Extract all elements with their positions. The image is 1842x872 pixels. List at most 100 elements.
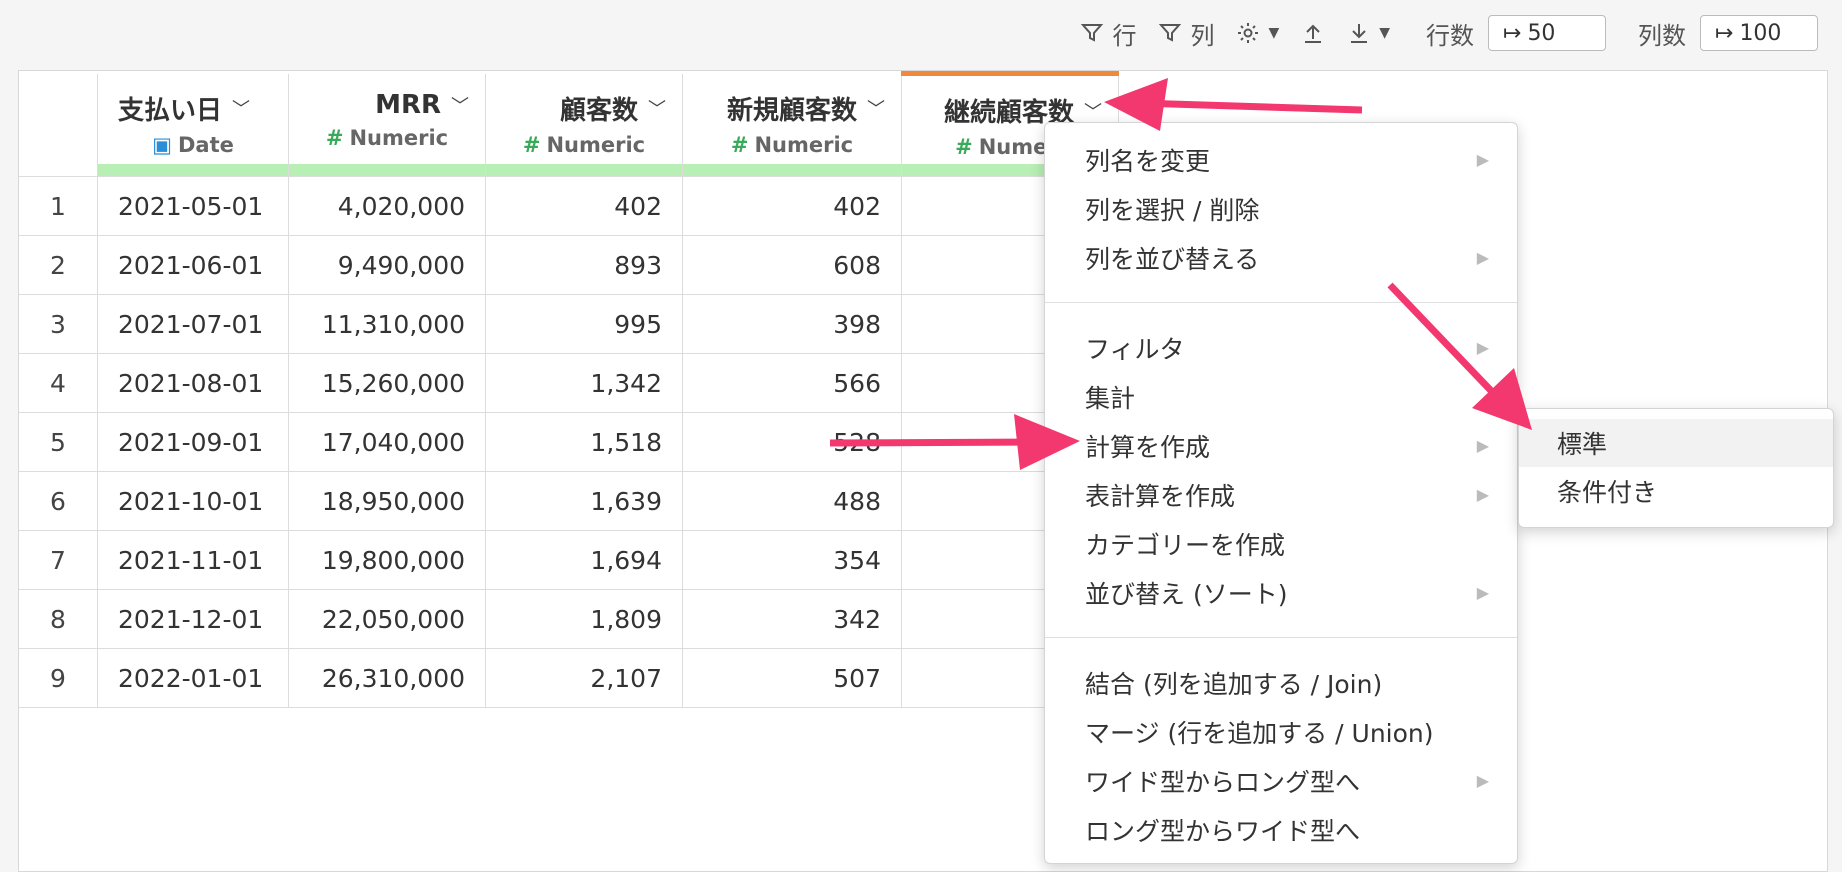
row-index: 2 bbox=[19, 235, 98, 295]
cell-new-customers[interactable]: 398 bbox=[682, 294, 902, 354]
type-bar bbox=[486, 164, 682, 176]
menu-item-rename[interactable]: 列名を変更 ▶ bbox=[1045, 135, 1517, 184]
column-header[interactable]: 新規顧客数 ﹀ # Numeric bbox=[682, 73, 902, 177]
table-row[interactable]: 2 2021-06-01 9,490,000 893 608 bbox=[19, 235, 1119, 295]
step-arrow-icon: ↦ bbox=[1503, 20, 1522, 46]
cell-mrr[interactable]: 22,050,000 bbox=[288, 589, 486, 649]
menu-item-reorder[interactable]: 列を並び替える ▶ bbox=[1045, 233, 1517, 282]
cell-new-customers[interactable]: 528 bbox=[682, 412, 902, 472]
table-row[interactable]: 1 2021-05-01 4,020,000 402 402 bbox=[19, 176, 1119, 236]
cell-mrr[interactable]: 9,490,000 bbox=[288, 235, 486, 295]
cell-new-customers[interactable]: 354 bbox=[682, 530, 902, 590]
chevron-down-icon[interactable]: ﹀ bbox=[867, 95, 885, 121]
menu-item-long-to-wide[interactable]: ロング型からワイド型へ bbox=[1045, 805, 1517, 854]
chevron-down-icon[interactable]: ﹀ bbox=[232, 95, 250, 121]
chevron-down-icon[interactable]: ﹀ bbox=[648, 95, 666, 121]
menu-item-union[interactable]: マージ (行を追加する / Union) bbox=[1045, 707, 1517, 756]
column-name: 新規顧客数 bbox=[726, 95, 857, 126]
cell-mrr[interactable]: 11,310,000 bbox=[288, 294, 486, 354]
cell-mrr[interactable]: 26,310,000 bbox=[288, 648, 486, 708]
table-row[interactable]: 62021-10-0118,950,0001,6394881, bbox=[19, 471, 1119, 531]
table-row[interactable]: 92022-01-0126,310,0002,1075071, bbox=[19, 648, 1119, 708]
menu-item-table-calculation[interactable]: 表計算を作成 ▶ bbox=[1045, 470, 1517, 519]
chevron-down-icon[interactable]: ﹀ bbox=[1084, 98, 1102, 124]
cell-new-customers[interactable]: 566 bbox=[682, 353, 902, 413]
calendar-icon: ▣ bbox=[152, 132, 172, 157]
menu-item-join[interactable]: 結合 (列を追加する / Join) bbox=[1045, 658, 1517, 707]
cell-new-customers[interactable]: 342 bbox=[682, 589, 902, 649]
row-index: 7 bbox=[19, 530, 98, 590]
cell-mrr[interactable]: 15,260,000 bbox=[288, 353, 486, 413]
cell-mrr[interactable]: 19,800,000 bbox=[288, 530, 486, 590]
column-header[interactable]: MRR ﹀ # Numeric bbox=[288, 73, 486, 177]
col-filter-button[interactable]: 列 bbox=[1154, 12, 1218, 55]
row-index: 6 bbox=[19, 471, 98, 531]
type-bar bbox=[98, 164, 288, 176]
cell-date[interactable]: 2021-12-01 bbox=[97, 589, 289, 649]
menu-item-create-category[interactable]: カテゴリーを作成 bbox=[1045, 519, 1517, 568]
cell-customers[interactable]: 1,518 bbox=[485, 412, 683, 472]
submenu-item-label: 標準 bbox=[1557, 430, 1608, 459]
column-header[interactable]: 顧客数 ﹀ # Numeric bbox=[485, 73, 683, 177]
numeric-icon: # bbox=[522, 132, 541, 157]
cell-mrr[interactable]: 18,950,000 bbox=[288, 471, 486, 531]
cell-date[interactable]: 2021-11-01 bbox=[97, 530, 289, 590]
submenu-item-standard[interactable]: 標準 bbox=[1519, 419, 1833, 467]
cell-new-customers[interactable]: 608 bbox=[682, 235, 902, 295]
cell-new-customers[interactable]: 507 bbox=[682, 648, 902, 708]
numeric-icon: # bbox=[955, 135, 973, 159]
cell-date[interactable]: 2021-05-01 bbox=[97, 176, 289, 236]
settings-button[interactable]: ▼ bbox=[1232, 17, 1283, 49]
column-name: MRR bbox=[375, 89, 441, 120]
menu-item-aggregate[interactable]: 集計 bbox=[1045, 372, 1517, 421]
menu-item-label: 列名を変更 bbox=[1085, 146, 1211, 176]
cell-date[interactable]: 2022-01-01 bbox=[97, 648, 289, 708]
upload-button[interactable] bbox=[1297, 17, 1329, 49]
chevron-down-icon: ▼ bbox=[1379, 25, 1390, 41]
cell-new-customers[interactable]: 488 bbox=[682, 471, 902, 531]
download-icon bbox=[1351, 24, 1368, 43]
cell-date[interactable]: 2021-06-01 bbox=[97, 235, 289, 295]
toolbar: 行 列 ▼ ▼ 行数 ↦ 50 列数 ↦ 100 bbox=[1076, 8, 1818, 58]
column-header[interactable]: 支払い日 ﹀ ▣ Date bbox=[97, 73, 289, 177]
cell-customers[interactable]: 1,809 bbox=[485, 589, 683, 649]
submenu-item-conditional[interactable]: 条件付き bbox=[1519, 467, 1833, 515]
chevron-right-icon: ▶ bbox=[1476, 583, 1489, 602]
menu-item-filter[interactable]: フィルタ ▶ bbox=[1045, 323, 1517, 372]
chevron-right-icon: ▶ bbox=[1476, 771, 1489, 790]
table-row[interactable]: 5 2021-09-01 17,040,000 1,518 528 bbox=[19, 412, 1119, 472]
cell-date[interactable]: 2021-10-01 bbox=[97, 471, 289, 531]
rows-input[interactable]: ↦ 50 bbox=[1488, 15, 1606, 51]
cols-input[interactable]: ↦ 100 bbox=[1700, 15, 1818, 51]
column-name: 支払い日 bbox=[118, 95, 223, 126]
table-row[interactable]: 82021-12-0122,050,0001,8093421, bbox=[19, 589, 1119, 649]
cell-date[interactable]: 2021-09-01 bbox=[97, 412, 289, 472]
menu-item-sort[interactable]: 並び替え (ソート) ▶ bbox=[1045, 568, 1517, 617]
cell-customers[interactable]: 1,694 bbox=[485, 530, 683, 590]
table-row[interactable]: 4 2021-08-01 15,260,000 1,342 566 bbox=[19, 353, 1119, 413]
cell-mrr[interactable]: 17,040,000 bbox=[288, 412, 486, 472]
step-arrow-icon: ↦ bbox=[1715, 20, 1734, 46]
menu-item-select-delete[interactable]: 列を選択 / 削除 bbox=[1045, 184, 1517, 233]
cell-customers[interactable]: 995 bbox=[485, 294, 683, 354]
cell-customers[interactable]: 2,107 bbox=[485, 648, 683, 708]
menu-item-create-calculation[interactable]: 計算を作成 ▶ bbox=[1045, 421, 1517, 470]
chevron-down-icon[interactable]: ﹀ bbox=[451, 92, 469, 118]
cell-customers[interactable]: 893 bbox=[485, 235, 683, 295]
download-button[interactable]: ▼ bbox=[1343, 17, 1394, 49]
table-row[interactable]: 3 2021-07-01 11,310,000 995 398 bbox=[19, 294, 1119, 354]
menu-item-label: 列を選択 / 削除 bbox=[1085, 195, 1260, 225]
row-index: 4 bbox=[19, 353, 98, 413]
cell-customers[interactable]: 1,342 bbox=[485, 353, 683, 413]
cell-customers[interactable]: 402 bbox=[485, 176, 683, 236]
cell-customers[interactable]: 1,639 bbox=[485, 471, 683, 531]
row-filter-button[interactable]: 行 bbox=[1076, 12, 1140, 55]
menu-item-label: 列を並び替える bbox=[1085, 244, 1260, 274]
menu-item-wide-to-long[interactable]: ワイド型からロング型へ ▶ bbox=[1045, 756, 1517, 805]
cell-new-customers[interactable]: 402 bbox=[682, 176, 902, 236]
cell-date[interactable]: 2021-08-01 bbox=[97, 353, 289, 413]
menu-item-label: 集計 bbox=[1085, 383, 1136, 413]
cell-date[interactable]: 2021-07-01 bbox=[97, 294, 289, 354]
cell-mrr[interactable]: 4,020,000 bbox=[288, 176, 486, 236]
table-row[interactable]: 72021-11-0119,800,0001,6943541, bbox=[19, 530, 1119, 590]
